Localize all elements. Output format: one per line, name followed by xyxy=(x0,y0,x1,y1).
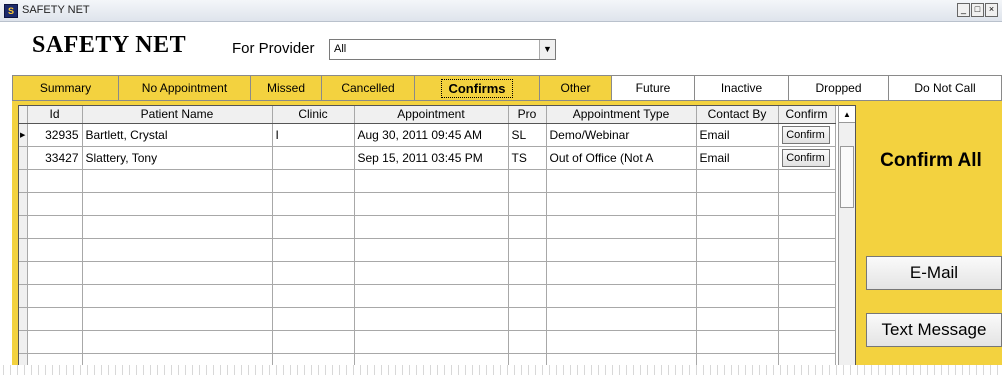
cell-appointment[interactable]: Aug 30, 2011 09:45 AM xyxy=(354,123,509,147)
header: SAFETY NET For Provider All ▼ xyxy=(0,22,1002,70)
tab-do-not-call[interactable]: Do Not Call xyxy=(889,75,1002,101)
page-title: SAFETY NET xyxy=(32,32,187,58)
confirm-button[interactable]: Confirm xyxy=(781,148,830,167)
close-button[interactable]: × xyxy=(985,3,998,17)
cell-patient-name[interactable]: Bartlett, Crystal xyxy=(82,123,273,147)
confirm-button[interactable]: Confirm xyxy=(781,125,830,144)
cell-patient-name[interactable]: Slattery, Tony xyxy=(82,146,273,170)
empty-row[interactable] xyxy=(19,192,836,216)
minimize-button[interactable]: _ xyxy=(957,3,970,17)
cell-clinic[interactable] xyxy=(272,146,355,170)
empty-row[interactable] xyxy=(19,238,836,262)
provider-value: All xyxy=(334,43,347,55)
cell-appointment-type[interactable]: Out of Office (Not A xyxy=(546,146,697,170)
scroll-up-icon[interactable]: ▲ xyxy=(839,106,855,123)
cell-appointment[interactable]: Sep 15, 2011 03:45 PM xyxy=(354,146,509,170)
tab-cancelled[interactable]: Cancelled xyxy=(322,75,415,101)
cell-contact-by[interactable]: Email xyxy=(696,123,779,147)
column-header-appointment[interactable]: Appointment xyxy=(354,106,509,124)
column-header-confirm[interactable]: Confirm xyxy=(778,106,836,124)
table-row[interactable]: ▶ 32935 Bartlett, Crystal I Aug 30, 2011… xyxy=(19,123,836,147)
empty-row[interactable] xyxy=(19,330,836,354)
tab-summary[interactable]: Summary xyxy=(12,75,119,101)
cell-id[interactable]: 32935 xyxy=(27,123,83,147)
provider-select[interactable]: All ▼ xyxy=(329,39,556,60)
title-bar: S SAFETY NET _ □ × xyxy=(0,0,1002,22)
tab-inactive[interactable]: Inactive xyxy=(695,75,789,101)
empty-row[interactable] xyxy=(19,307,836,331)
cell-appointment-type[interactable]: Demo/Webinar xyxy=(546,123,697,147)
cell-contact-by[interactable]: Email xyxy=(696,146,779,170)
tab-no-appointment[interactable]: No Appointment xyxy=(119,75,251,101)
window-controls: _ □ × xyxy=(956,3,998,19)
cell-pro[interactable]: TS xyxy=(508,146,547,170)
scroll-thumb[interactable] xyxy=(840,146,854,208)
cell-pro[interactable]: SL xyxy=(508,123,547,147)
empty-row[interactable] xyxy=(19,169,836,193)
cell-confirm: Confirm xyxy=(778,123,836,147)
tab-bar: Summary No Appointment Missed Cancelled … xyxy=(12,75,1002,101)
tab-confirms[interactable]: Confirms xyxy=(415,75,540,101)
torn-edge xyxy=(0,365,1002,375)
provider-label: For Provider xyxy=(232,40,315,57)
cell-clinic[interactable]: I xyxy=(272,123,355,147)
current-row-indicator-icon: ▶ xyxy=(19,123,28,147)
tab-future[interactable]: Future xyxy=(612,75,695,101)
column-header-pro[interactable]: Pro xyxy=(508,106,547,124)
column-header-patient-name[interactable]: Patient Name xyxy=(82,106,273,124)
column-header-contact-by[interactable]: Contact By xyxy=(696,106,779,124)
column-header-clinic[interactable]: Clinic xyxy=(272,106,355,124)
app-icon: S xyxy=(4,4,18,18)
tab-dropped[interactable]: Dropped xyxy=(789,75,889,101)
tab-other[interactable]: Other xyxy=(540,75,612,101)
row-header xyxy=(19,146,28,170)
cell-confirm: Confirm xyxy=(778,146,836,170)
tab-missed[interactable]: Missed xyxy=(251,75,322,101)
column-header-id[interactable]: Id xyxy=(27,106,83,124)
patients-table: Id Patient Name Clinic Appointment Pro A… xyxy=(19,106,836,374)
text-message-button[interactable]: Text Message xyxy=(866,313,1002,347)
maximize-button[interactable]: □ xyxy=(971,3,984,17)
email-button[interactable]: E-Mail xyxy=(866,256,1002,290)
chevron-down-icon[interactable]: ▼ xyxy=(539,40,555,59)
empty-row[interactable] xyxy=(19,284,836,308)
empty-row[interactable] xyxy=(19,261,836,285)
table-header: Id Patient Name Clinic Appointment Pro A… xyxy=(19,106,836,124)
column-header-appointment-type[interactable]: Appointment Type xyxy=(546,106,697,124)
empty-row[interactable] xyxy=(19,215,836,239)
patients-grid[interactable]: Id Patient Name Clinic Appointment Pro A… xyxy=(18,105,856,375)
row-header-corner xyxy=(19,106,28,124)
table-row[interactable]: 33427 Slattery, Tony Sep 15, 2011 03:45 … xyxy=(19,146,836,170)
window-title: SAFETY NET xyxy=(22,4,90,16)
confirm-all-button[interactable]: Confirm All xyxy=(860,150,1002,180)
cell-id[interactable]: 33427 xyxy=(27,146,83,170)
grid-scrollbar[interactable]: ▲ xyxy=(838,105,856,375)
